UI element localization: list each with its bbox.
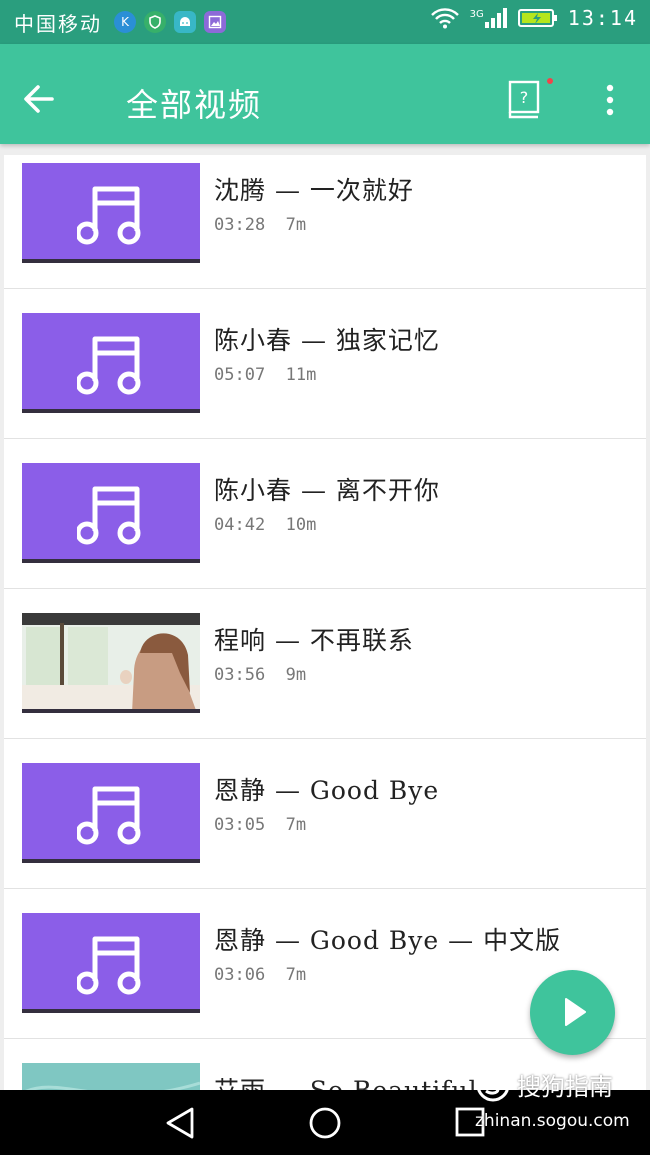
video-thumbnail[interactable] — [22, 613, 200, 713]
video-size: 7m — [285, 215, 307, 235]
video-photo-thumbnail — [22, 613, 200, 709]
video-title: 恩静 — Good Bye — [214, 776, 440, 805]
video-meta: 03:56 9m — [214, 665, 306, 685]
nav-home-icon[interactable] — [308, 1106, 342, 1140]
k-icon: K — [114, 11, 136, 33]
video-list-item[interactable]: 程响 — 不再联系 03:56 9m — [4, 589, 646, 739]
watermark-url: zhinan.sogou.com — [475, 1111, 630, 1131]
video-title: 恩静 — Good Bye — 中文版 — [214, 926, 562, 955]
meta-spacer — [265, 665, 285, 685]
meta-spacer — [265, 965, 285, 985]
music-note-icon — [77, 336, 141, 395]
nav-back-icon[interactable] — [164, 1106, 196, 1140]
clock: 13:14 — [567, 6, 638, 30]
video-title: 陈小春 — 离不开你 — [214, 476, 440, 505]
carrier-label: 中国移动 — [14, 12, 102, 36]
video-list-item[interactable]: 陈小春 — 离不开你 04:42 10m — [4, 439, 646, 589]
music-note-icon — [77, 486, 141, 545]
signal-group: 3G — [470, 7, 508, 29]
video-list-item[interactable]: 沈腾 — 一次就好 03:28 7m — [4, 155, 646, 289]
video-size: 9m — [285, 665, 307, 685]
more-options-icon[interactable] — [600, 84, 620, 118]
help-glyph: ? — [520, 88, 529, 107]
video-meta: 05:07 11m — [214, 365, 316, 385]
video-size: 7m — [285, 965, 307, 985]
video-duration: 05:07 — [214, 365, 266, 385]
video-duration: 03:05 — [214, 815, 266, 835]
video-size: 11m — [285, 365, 317, 385]
video-thumbnail[interactable] — [22, 763, 200, 863]
video-title: 沈腾 — 一次就好 — [214, 176, 414, 205]
music-note-icon — [77, 936, 141, 995]
video-thumbnail[interactable] — [22, 913, 200, 1013]
video-list: 沈腾 — 一次就好 03:28 7m 陈小春 — 独家记忆 05:07 11m 陈小春 … — [4, 155, 646, 1090]
signal-icon — [484, 8, 507, 28]
video-thumbnail[interactable] — [22, 313, 200, 413]
video-duration: 03:56 — [214, 665, 266, 685]
video-duration: 03:28 — [214, 215, 266, 235]
video-thumbnail[interactable] — [22, 463, 200, 563]
music-note-icon — [77, 186, 141, 245]
help-book-icon[interactable]: ? — [506, 80, 542, 120]
play-fab-button[interactable] — [530, 970, 615, 1055]
meta-spacer — [265, 215, 285, 235]
network-type-label: 3G — [469, 9, 484, 20]
page-title: 全部视频 — [126, 86, 263, 124]
music-note-icon — [77, 786, 141, 845]
video-list-item[interactable]: 陈小春 — 独家记忆 05:07 11m — [4, 289, 646, 439]
sogou-logo-icon — [476, 1068, 510, 1102]
meta-spacer — [265, 815, 285, 835]
video-size: 10m — [285, 515, 317, 535]
video-meta: 03:28 7m — [214, 215, 306, 235]
android-icon — [174, 11, 196, 33]
video-duration: 03:06 — [214, 965, 266, 985]
video-meta: 03:06 7m — [214, 965, 306, 985]
video-photo-thumbnail — [22, 1063, 200, 1090]
notification-dot — [547, 78, 553, 84]
shield-icon — [144, 11, 166, 33]
play-icon — [565, 998, 586, 1026]
video-thumbnail[interactable] — [22, 1063, 200, 1090]
notification-icons: K — [114, 11, 226, 33]
video-title: 陈小春 — 独家记忆 — [214, 326, 440, 355]
meta-spacer — [265, 515, 285, 535]
video-list-item[interactable]: 恩静 — Good Bye 03:05 7m — [4, 739, 646, 889]
app-bar: 全部视频 ? — [0, 44, 650, 144]
video-meta: 04:42 10m — [214, 515, 316, 535]
wifi-icon — [430, 8, 459, 29]
video-title: 艾雨 — So Beautiful — [214, 1071, 478, 1090]
video-thumbnail[interactable] — [22, 163, 200, 263]
battery-charging-icon — [517, 9, 557, 27]
video-title: 程响 — 不再联系 — [214, 626, 414, 655]
video-size: 7m — [285, 815, 307, 835]
status-right: 3G 13:14 — [430, 6, 638, 30]
video-duration: 04:42 — [214, 515, 266, 535]
image-icon — [204, 11, 226, 33]
back-arrow-icon[interactable] — [22, 82, 56, 116]
video-meta: 03:05 7m — [214, 815, 306, 835]
meta-spacer — [265, 365, 285, 385]
status-bar: 中国移动 K 3G 13:14 — [0, 0, 650, 44]
watermark-brand: 搜狗指南 — [517, 1073, 613, 1101]
